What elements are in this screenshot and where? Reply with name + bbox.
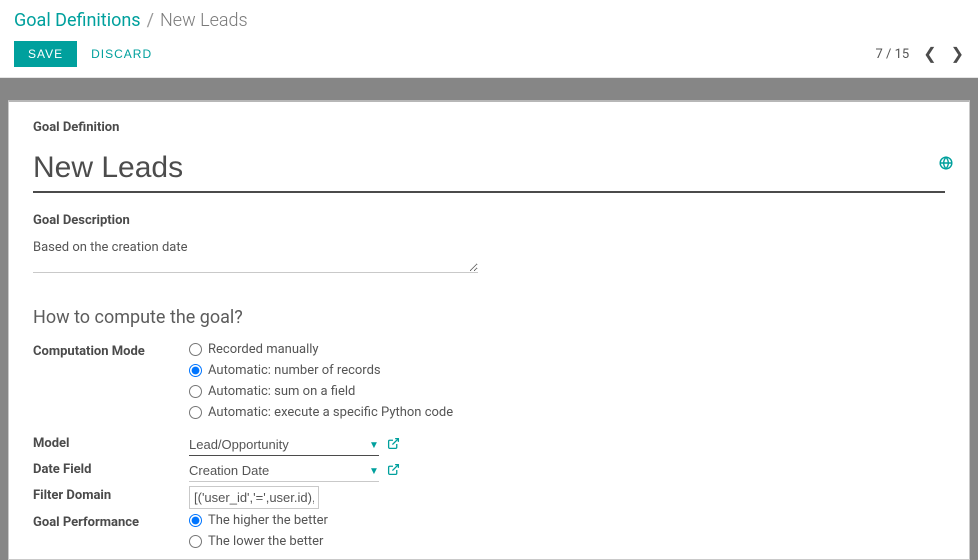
radio-label: Automatic: sum on a field (208, 384, 355, 399)
computation-mode-count[interactable]: Automatic: number of records (189, 363, 945, 378)
breadcrumb: Goal Definitions / New Leads (14, 10, 964, 31)
computation-mode-python[interactable]: Automatic: execute a specific Python cod… (189, 405, 945, 420)
computation-mode-manual[interactable]: Recorded manually (189, 342, 945, 357)
filter-domain-input[interactable] (189, 486, 319, 509)
date-field-input[interactable] (189, 460, 379, 482)
model-label: Model (33, 434, 189, 451)
breadcrumb-active: New Leads (160, 10, 248, 31)
computation-mode-label: Computation Mode (33, 342, 189, 359)
radio-label: Automatic: number of records (208, 363, 381, 378)
radio-label: The higher the better (208, 513, 328, 528)
performance-lower[interactable]: The lower the better (189, 534, 945, 549)
section-heading-compute: How to compute the goal? (33, 307, 945, 328)
external-link-icon[interactable] (387, 463, 400, 480)
pager-count[interactable]: 7 / 15 (875, 47, 909, 62)
goal-description-label: Goal Description (33, 213, 945, 228)
globe-icon[interactable] (939, 156, 953, 174)
goal-performance-label: Goal Performance (33, 513, 189, 530)
chevron-left-icon[interactable]: ❮ (923, 46, 936, 62)
radio-higher[interactable] (189, 514, 202, 527)
chevron-right-icon[interactable]: ❯ (951, 46, 964, 62)
external-link-icon[interactable] (387, 437, 400, 454)
pager: 7 / 15 ❮ ❯ (875, 46, 964, 62)
goal-definition-label: Goal Definition (33, 120, 945, 135)
model-input[interactable] (189, 434, 379, 456)
radio-sum[interactable] (189, 385, 202, 398)
save-button[interactable]: SAVE (14, 41, 77, 67)
radio-manual[interactable] (189, 343, 202, 356)
goal-description-input[interactable]: Based on the creation date (33, 238, 478, 273)
breadcrumb-root[interactable]: Goal Definitions (14, 10, 141, 31)
radio-python[interactable] (189, 406, 202, 419)
goal-name-input[interactable] (33, 145, 945, 193)
computation-mode-sum[interactable]: Automatic: sum on a field (189, 384, 945, 399)
filter-domain-label: Filter Domain (33, 486, 189, 503)
radio-lower[interactable] (189, 535, 202, 548)
radio-label: Automatic: execute a specific Python cod… (208, 405, 453, 420)
date-field-label: Date Field (33, 460, 189, 477)
discard-button[interactable]: DISCARD (91, 47, 152, 61)
performance-higher[interactable]: The higher the better (189, 513, 945, 528)
radio-label: The lower the better (208, 534, 323, 549)
radio-label: Recorded manually (208, 342, 319, 357)
radio-count[interactable] (189, 364, 202, 377)
breadcrumb-separator: / (147, 10, 154, 31)
